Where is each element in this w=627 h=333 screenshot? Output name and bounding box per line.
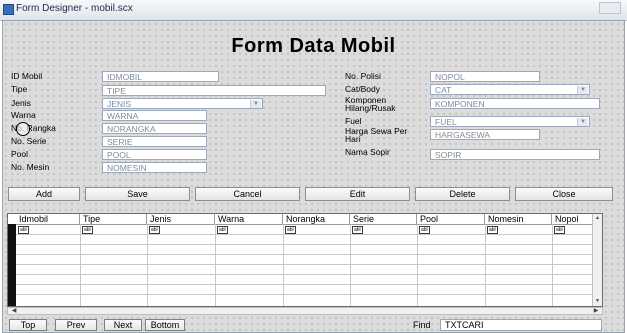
form-designer-window: Form Designer - mobil.scx Form Data Mobi… — [0, 0, 627, 333]
combo-jenis[interactable]: JENIS ▼ — [102, 98, 263, 109]
field-nama-sopir[interactable]: SOPIR — [430, 149, 600, 160]
cell-textbox-nomesin[interactable]: abl — [487, 226, 498, 234]
column-header-serie[interactable]: Serie — [350, 214, 417, 224]
field-no-rangka[interactable]: NORANGKA — [102, 123, 207, 134]
grid-row-line — [16, 264, 594, 265]
column-header-tipe[interactable]: Tipe — [80, 214, 147, 224]
column-header-warna[interactable]: Warna — [215, 214, 283, 224]
top-button[interactable]: Top — [9, 319, 47, 331]
label-cat-body: Cat/Body — [345, 84, 380, 94]
cell-textbox-jenis[interactable]: abl — [149, 226, 160, 234]
field-warna[interactable]: WARNA — [102, 110, 207, 121]
label-no-serie: No. Serie — [11, 136, 47, 146]
scroll-right-icon[interactable]: ▶ — [592, 307, 600, 314]
label-pool: Pool — [11, 149, 29, 159]
find-input[interactable]: TXTCARI — [440, 319, 602, 331]
grid-column-line — [283, 224, 284, 306]
column-header-nopol[interactable]: Nopol — [552, 214, 595, 224]
grid-column-line — [417, 224, 418, 306]
combo-cat-body-value: CAT — [435, 85, 452, 95]
scroll-left-icon[interactable]: ◀ — [10, 307, 18, 314]
label-harga-sewa: Harga Sewa Per Hari — [345, 126, 408, 144]
field-harga-sewa[interactable]: HARGASEWA — [430, 129, 540, 140]
grid-horizontal-scrollbar[interactable]: ◀ ▶ — [7, 307, 603, 315]
grid-header: Idmobil Tipe Jenis Warna Norangka Serie … — [8, 214, 602, 225]
grid-column-line — [552, 224, 553, 306]
field-no-polisi[interactable]: NOPOL — [430, 71, 540, 82]
field-no-serie[interactable]: SERIE — [102, 136, 207, 147]
grid-vertical-scrollbar[interactable]: ▲ ▼ — [592, 214, 602, 306]
cell-textbox-idmobil[interactable]: abl — [18, 226, 29, 234]
cell-textbox-tipe[interactable]: abl — [82, 226, 93, 234]
cell-textbox-norangka[interactable]: abl — [285, 226, 296, 234]
next-button[interactable]: Next — [104, 319, 142, 331]
save-button[interactable]: Save — [85, 187, 190, 201]
form-icon — [3, 4, 14, 15]
column-header-norangka[interactable]: Norangka — [283, 214, 350, 224]
close-window-button[interactable] — [599, 2, 621, 14]
cell-textbox-pool[interactable]: abl — [419, 226, 430, 234]
grid-row-line — [16, 254, 594, 255]
scroll-down-icon[interactable]: ▼ — [594, 298, 601, 305]
mouse-cursor-icon — [16, 122, 30, 136]
grid-row-line — [16, 274, 594, 275]
cell-textbox-warna[interactable]: abl — [217, 226, 228, 234]
column-header-idmobil[interactable]: Idmobil — [16, 214, 80, 224]
combo-fuel-value: FUEL — [435, 117, 457, 127]
label-no-polisi: No. Polisi — [345, 71, 381, 81]
label-fuel: Fuel — [345, 116, 362, 126]
field-no-mesin[interactable]: NOMESIN — [102, 162, 207, 173]
grid-row-line — [16, 244, 594, 245]
prev-button[interactable]: Prev — [55, 319, 97, 331]
title-bar: Form Designer - mobil.scx — [0, 0, 627, 21]
window-title: Form Designer - mobil.scx — [16, 3, 133, 14]
combo-cat-body[interactable]: CAT ▼ — [430, 84, 590, 95]
cell-textbox-serie[interactable]: abl — [352, 226, 363, 234]
grid-row-line — [16, 234, 594, 235]
chevron-down-icon[interactable]: ▼ — [577, 118, 588, 126]
field-pool[interactable]: POOL — [102, 149, 207, 160]
grid-column-line — [350, 224, 351, 306]
column-header-jenis[interactable]: Jenis — [147, 214, 215, 224]
close-button[interactable]: Close — [515, 187, 613, 201]
chevron-down-icon[interactable]: ▼ — [250, 100, 261, 108]
grid-row-line — [16, 294, 594, 295]
find-label: Find — [413, 320, 431, 330]
form-heading: Form Data Mobil — [231, 35, 396, 57]
grid-row-line — [16, 284, 594, 285]
label-no-mesin: No. Mesin — [11, 162, 50, 172]
column-header-pool[interactable]: Pool — [417, 214, 485, 224]
label-komponen: Komponen Hilang/Rusak — [345, 95, 396, 113]
combo-fuel[interactable]: FUEL ▼ — [430, 116, 590, 127]
combo-jenis-value: JENIS — [107, 99, 132, 109]
column-header-nomesin[interactable]: Nomesin — [485, 214, 552, 224]
add-button[interactable]: Add — [8, 187, 80, 201]
cell-textbox-nopol[interactable]: abl — [554, 226, 565, 234]
field-komponen[interactable]: KOMPONEN — [430, 98, 600, 109]
grid-column-line — [147, 224, 148, 306]
grid-column-line — [215, 224, 216, 306]
label-tipe: Tipe — [11, 84, 28, 94]
field-id-mobil[interactable]: IDMOBIL — [102, 71, 219, 82]
cancel-button[interactable]: Cancel — [195, 187, 300, 201]
form-canvas: Form Data Mobil ID Mobil IDMOBIL Tipe TI… — [2, 20, 625, 333]
data-grid[interactable]: Idmobil Tipe Jenis Warna Norangka Serie … — [7, 213, 603, 307]
label-nama-sopir: Nama Sopir — [345, 147, 390, 157]
label-jenis: Jenis — [11, 98, 31, 108]
field-tipe[interactable]: TIPE — [102, 85, 326, 96]
scroll-up-icon[interactable]: ▲ — [594, 215, 601, 222]
edit-button[interactable]: Edit — [305, 187, 410, 201]
record-selector[interactable] — [8, 224, 16, 306]
grid-column-line — [80, 224, 81, 306]
delete-button[interactable]: Delete — [415, 187, 510, 201]
label-id-mobil: ID Mobil — [11, 71, 43, 81]
chevron-down-icon[interactable]: ▼ — [577, 86, 588, 94]
grid-column-line — [485, 224, 486, 306]
label-warna: Warna — [11, 110, 36, 120]
bottom-button[interactable]: Bottom — [145, 319, 185, 331]
